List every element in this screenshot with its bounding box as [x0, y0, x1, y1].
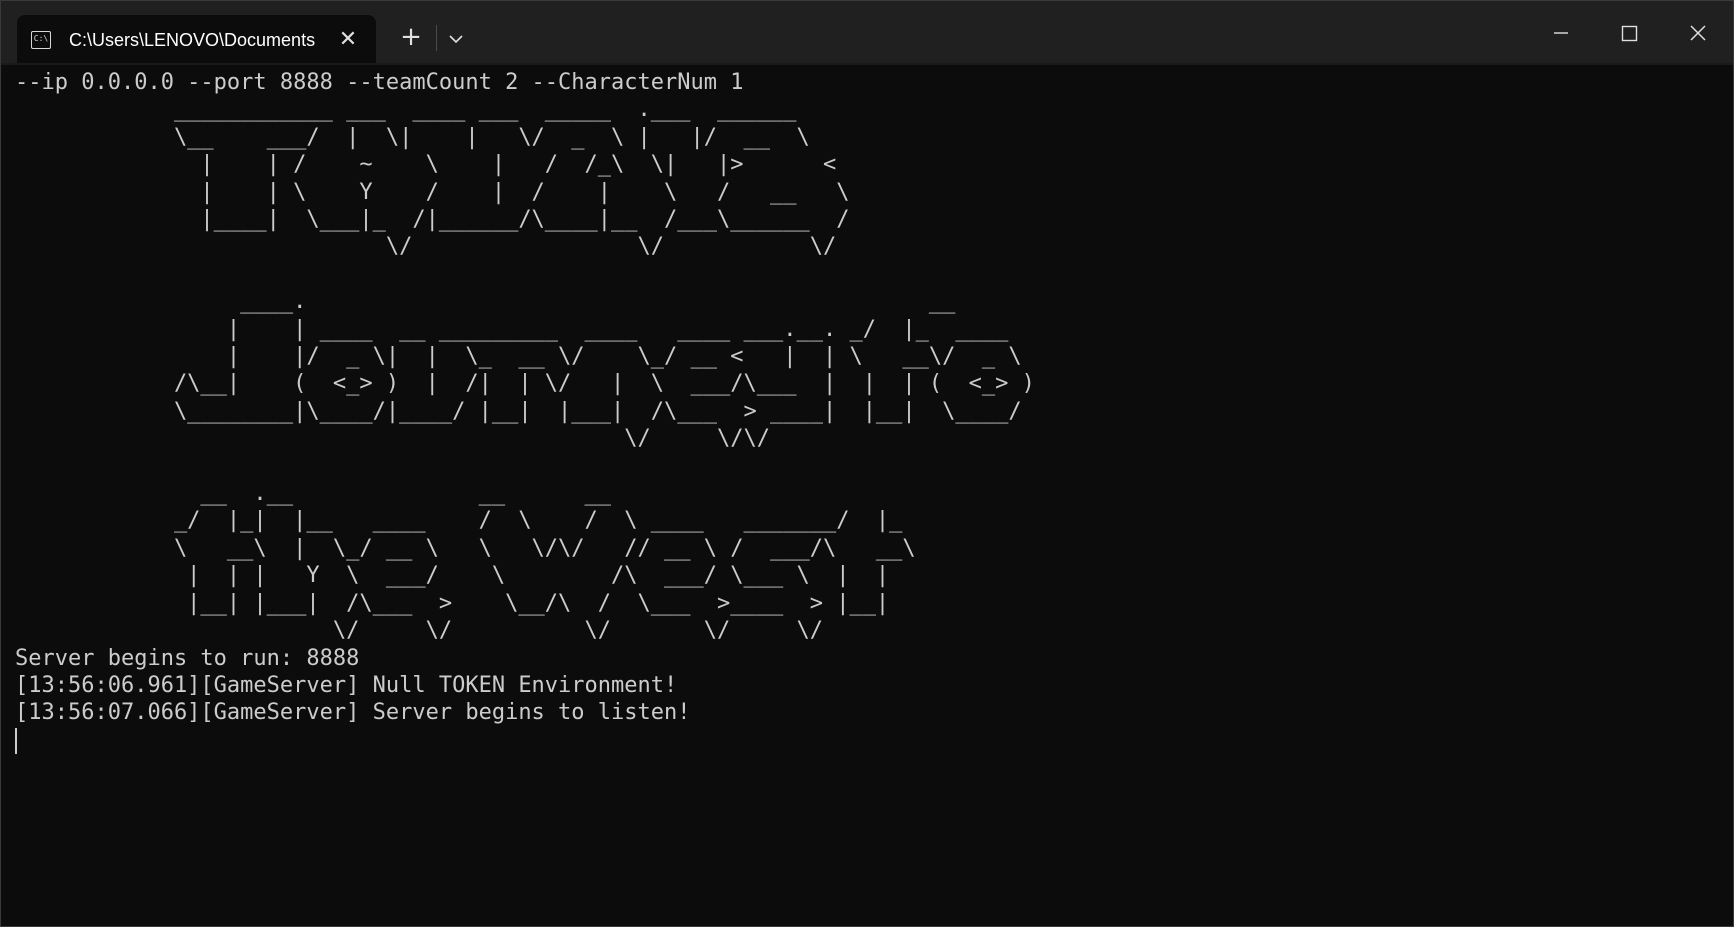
minimize-icon[interactable]	[1539, 15, 1583, 51]
tab-title: C:\Users\LENOVO\Documents	[69, 30, 316, 50]
terminal-window: C:\ C:\Users\LENOVO\Documents ✕ + --ip 0…	[0, 0, 1734, 927]
title-bar-border	[1, 63, 1733, 65]
close-tab-icon[interactable]: ✕	[335, 27, 361, 53]
title-bar: C:\ C:\Users\LENOVO\Documents ✕ +	[1, 1, 1733, 63]
command-line: --ip 0.0.0.0 --port 8888 --teamCount 2 -…	[15, 70, 744, 95]
log-line: Server begins to run: 8888	[15, 645, 360, 671]
tab-command-prompt[interactable]: C:\ C:\Users\LENOVO\Documents ✕	[17, 15, 376, 63]
new-tab-plus-icon[interactable]: +	[395, 23, 427, 55]
maximize-icon[interactable]	[1607, 15, 1651, 51]
ascii-banner: ____________ ___ ____ ___ _____ .___ ___…	[173, 97, 1035, 644]
terminal-output[interactable]: --ip 0.0.0.0 --port 8888 --teamCount 2 -…	[15, 69, 1725, 909]
chevron-down-icon[interactable]	[441, 25, 471, 53]
log-line: [13:56:06.961][GameServer] Null TOKEN En…	[15, 672, 678, 698]
command-prompt-icon: C:\	[31, 31, 51, 49]
text-cursor	[15, 727, 17, 754]
tab-divider	[436, 25, 437, 51]
close-window-icon[interactable]	[1676, 15, 1720, 51]
log-line: [13:56:07.066][GameServer] Server begins…	[15, 700, 691, 726]
